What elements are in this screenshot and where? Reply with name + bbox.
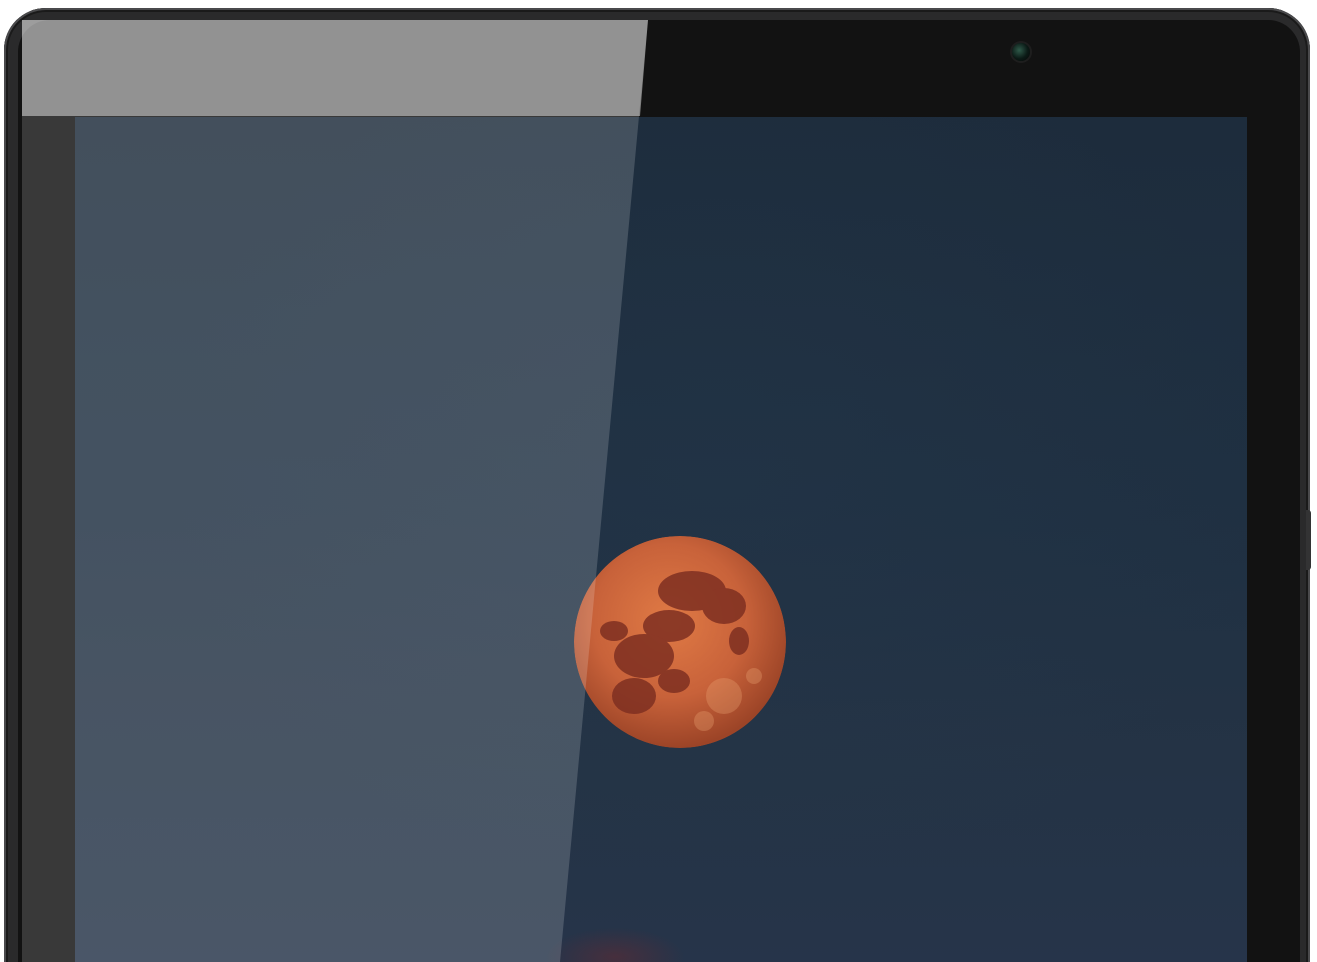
side-button: [1306, 510, 1311, 570]
moon-image: [574, 536, 786, 748]
product-photo: [0, 0, 1317, 962]
tablet-screen: [75, 117, 1247, 962]
front-camera-icon: [1012, 43, 1030, 61]
